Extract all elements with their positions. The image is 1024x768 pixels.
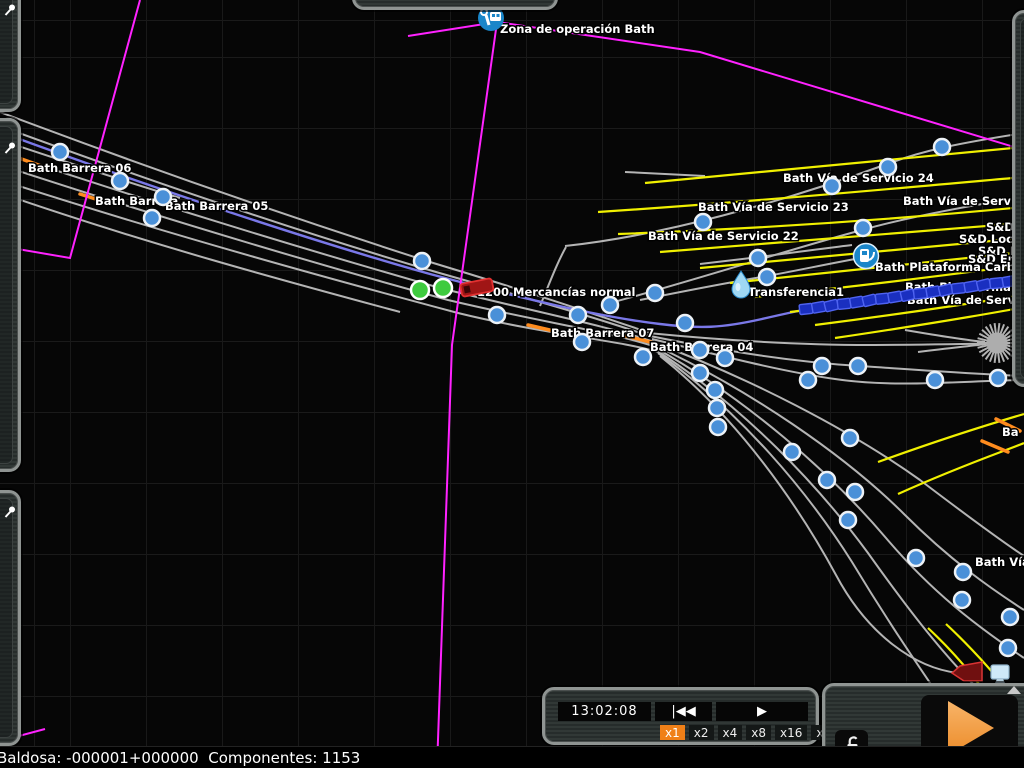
- wagon[interactable]: [951, 283, 965, 294]
- warning-segment[interactable]: [982, 441, 1008, 452]
- map-label: Bath Plataforma Carbón: [875, 260, 1024, 274]
- fuel-platform-icon[interactable]: [854, 244, 879, 269]
- track-node[interactable]: [784, 444, 800, 460]
- status-text: Baldosa: -000001+000000 Componentes: 115…: [0, 749, 360, 767]
- track-node[interactable]: [647, 285, 663, 301]
- track-node[interactable]: [692, 365, 708, 381]
- track-segment[interactable]: [660, 356, 958, 673]
- track-node[interactable]: [955, 564, 971, 580]
- track-node[interactable]: [824, 178, 840, 194]
- side-panel-middle[interactable]: [0, 118, 21, 472]
- track-node[interactable]: [855, 220, 871, 236]
- side-panel-bottom[interactable]: [0, 490, 21, 746]
- time-panel: 13:02:08 |◀◀ ▶ x1x2x4x8x16x32: [542, 687, 819, 745]
- wagon[interactable]: [799, 303, 813, 314]
- track-node[interactable]: [574, 334, 590, 350]
- water-transfer-icon[interactable]: [732, 271, 750, 298]
- track-node[interactable]: [908, 550, 924, 566]
- track-node[interactable]: [819, 472, 835, 488]
- track-node[interactable]: [707, 382, 723, 398]
- track-node[interactable]: [759, 269, 775, 285]
- track-node[interactable]: [695, 214, 711, 230]
- map-editor-stage: Zona de operación BathBath Barrera 06Bat…: [0, 0, 1024, 768]
- panel-content: [0, 126, 13, 464]
- speed-button-x1[interactable]: x1: [660, 725, 685, 740]
- track-node[interactable]: [570, 307, 586, 323]
- track-node[interactable]: [850, 358, 866, 374]
- track-node[interactable]: [847, 484, 863, 500]
- step-forward-button[interactable]: ▶: [716, 702, 808, 721]
- right-side-panel[interactable]: [1012, 10, 1024, 387]
- track-node[interactable]: [750, 250, 766, 266]
- track-node[interactable]: [635, 349, 651, 365]
- speed-button-x4[interactable]: x4: [718, 725, 743, 740]
- track-node[interactable]: [710, 419, 726, 435]
- track-segment[interactable]: [656, 350, 975, 686]
- track-node[interactable]: [677, 315, 693, 331]
- map-label: Bath Vía d: [975, 555, 1024, 569]
- map-label: Bath Vía de Servicio 21: [903, 194, 1024, 208]
- track-node[interactable]: [717, 350, 733, 366]
- track-node[interactable]: [52, 144, 68, 160]
- track-node[interactable]: [814, 358, 830, 374]
- signal-node-green[interactable]: [434, 279, 452, 297]
- speed-button-x2[interactable]: x2: [689, 725, 714, 740]
- pushpin-icon[interactable]: [3, 141, 17, 155]
- side-panel-top[interactable]: [0, 0, 21, 112]
- speed-button-x16[interactable]: x16: [775, 725, 807, 740]
- map-label: Transferencia1: [748, 285, 844, 299]
- map-label: Bath Vía de Servicio 22: [648, 229, 799, 243]
- track-segment[interactable]: [905, 330, 985, 342]
- track-node[interactable]: [927, 372, 943, 388]
- panel-content: [0, 498, 13, 738]
- monitor-icon[interactable]: [991, 665, 1009, 685]
- track-node[interactable]: [1002, 609, 1018, 625]
- track-node[interactable]: [954, 592, 970, 608]
- track-node[interactable]: [144, 210, 160, 226]
- wagon[interactable]: [913, 288, 927, 299]
- clock-display: 13:02:08: [558, 702, 651, 721]
- top-panel[interactable]: [352, 0, 558, 10]
- zone-boundary: [437, 22, 497, 747]
- map-label: Bath Barrera 07: [551, 326, 654, 340]
- collapse-arrow-icon[interactable]: [1007, 686, 1021, 694]
- track-node[interactable]: [112, 173, 128, 189]
- track-map[interactable]: Zona de operación BathBath Barrera 06Bat…: [0, 0, 1024, 747]
- map-label: Bath Vía de Servicio 23: [698, 200, 849, 214]
- wagon[interactable]: [990, 278, 1004, 289]
- zone-boundary: [408, 22, 1024, 150]
- track-node[interactable]: [880, 159, 896, 175]
- track-node[interactable]: [990, 370, 1006, 386]
- panel-content: [1020, 18, 1024, 379]
- speed-button-x8[interactable]: x8: [746, 725, 771, 740]
- track-node[interactable]: [414, 253, 430, 269]
- signal-node-green[interactable]: [411, 281, 429, 299]
- track-segment[interactable]: [0, 112, 650, 333]
- map-label: Zona de operación Bath: [500, 22, 655, 36]
- rewind-button[interactable]: |◀◀: [655, 702, 712, 721]
- map-label: Bath Vía de Servicio 24: [783, 171, 934, 185]
- track-node[interactable]: [155, 189, 171, 205]
- track-node[interactable]: [489, 307, 505, 323]
- map-label: Ba: [1002, 425, 1019, 439]
- track-node[interactable]: [842, 430, 858, 446]
- track-node[interactable]: [800, 372, 816, 388]
- wagon[interactable]: [875, 293, 889, 304]
- track-node[interactable]: [602, 297, 618, 313]
- track-segment[interactable]: [625, 172, 705, 176]
- track-node[interactable]: [840, 512, 856, 528]
- map-label: Bath Barrera 05: [165, 199, 268, 213]
- track-node[interactable]: [692, 342, 708, 358]
- status-bar: Baldosa: -000001+000000 Componentes: 115…: [0, 746, 1024, 768]
- speed-buttons: x1x2x4x8x16x32: [660, 725, 844, 740]
- pushpin-icon[interactable]: [3, 505, 17, 519]
- track-node[interactable]: [709, 400, 725, 416]
- zone-boundary: [0, 0, 140, 258]
- track-node[interactable]: [1000, 640, 1016, 656]
- turntable-icon[interactable]: [977, 323, 1017, 363]
- wagon[interactable]: [837, 298, 851, 309]
- track-node[interactable]: [934, 139, 950, 155]
- pushpin-icon[interactable]: [3, 3, 17, 17]
- track-segment[interactable]: [0, 152, 654, 342]
